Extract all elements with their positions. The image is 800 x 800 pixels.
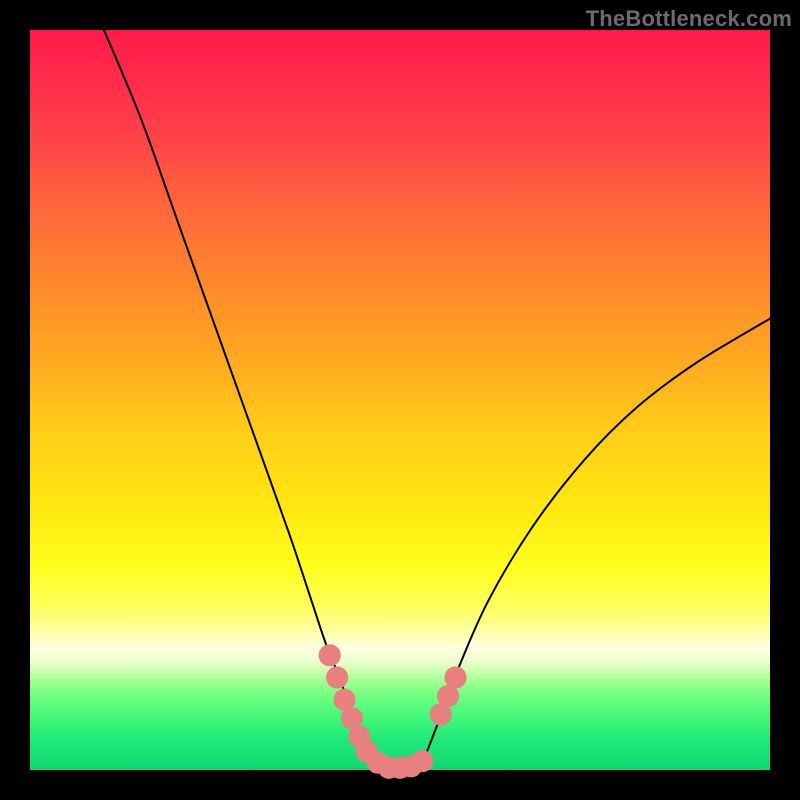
curve-marker xyxy=(326,666,348,688)
watermark-text: TheBottleneck.com xyxy=(586,6,792,32)
curve-marker xyxy=(319,644,341,666)
curve-markers xyxy=(319,644,467,779)
curve-layer xyxy=(30,30,770,770)
curve-marker xyxy=(444,666,466,688)
curve-marker xyxy=(411,750,433,772)
bottleneck-curve xyxy=(104,30,770,771)
